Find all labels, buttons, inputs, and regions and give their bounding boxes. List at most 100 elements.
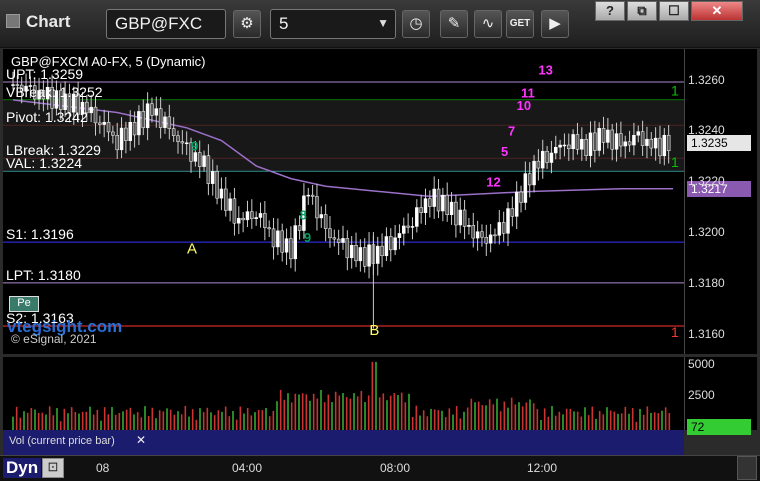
candle-body bbox=[241, 217, 245, 221]
level-label: LPT: 1.3180 bbox=[6, 266, 81, 283]
interval-combo[interactable]: 5 ▼ bbox=[270, 9, 396, 39]
candle-body bbox=[488, 234, 493, 244]
time-tick-label: 04:00 bbox=[232, 461, 263, 475]
close-icon[interactable]: ✕ bbox=[136, 433, 146, 447]
symbol-combo[interactable]: GBP@FXC bbox=[106, 9, 226, 39]
candle-body bbox=[532, 160, 536, 186]
candle-body bbox=[562, 144, 567, 147]
price-chart-pane[interactable]: 13 11 10 7 5 12 9 8 9 A B 1 1 1 GBP@FXCM A0-FX, 5 (Dy… bbox=[3, 49, 684, 354]
candle-body bbox=[145, 103, 150, 129]
pencil-icon[interactable]: ✎ bbox=[440, 10, 468, 38]
candle-body bbox=[284, 238, 289, 253]
candle-body bbox=[527, 173, 532, 186]
candle-body bbox=[119, 127, 124, 151]
candle-body bbox=[627, 141, 632, 146]
sequence-count-label: 12 bbox=[486, 174, 500, 189]
right-edge-mark: 1 bbox=[671, 154, 679, 170]
candle-body bbox=[341, 238, 345, 243]
candle-body bbox=[276, 230, 280, 248]
candle-body bbox=[432, 188, 436, 207]
play-icon[interactable]: ▶ bbox=[541, 10, 569, 38]
price-tick-label: 1.3220 bbox=[688, 174, 725, 189]
candle-body bbox=[462, 209, 467, 227]
candle-body bbox=[184, 142, 189, 145]
candle-body bbox=[610, 129, 614, 150]
candle-body bbox=[445, 194, 449, 215]
get-icon[interactable]: GET bbox=[506, 10, 534, 38]
window-titlebar: Chart GBP@FXC ⚙ 5 ▼ ◷ ✎ ∿ GET ▶ ? ⧉ ☐ ✕ bbox=[0, 0, 760, 48]
candle-body bbox=[271, 228, 276, 248]
close-button[interactable]: ✕ bbox=[691, 1, 743, 21]
candle-body bbox=[540, 150, 545, 169]
candle-body bbox=[375, 245, 380, 264]
pe-badge[interactable]: Pe bbox=[9, 296, 39, 312]
volume-pane[interactable] bbox=[3, 357, 684, 430]
scroll-handle[interactable] bbox=[737, 456, 757, 480]
vol-tick-label: 2500 bbox=[688, 388, 715, 402]
vol-tick-label: 5000 bbox=[688, 357, 715, 371]
candle-body bbox=[519, 191, 523, 203]
pattern-point-label: B bbox=[369, 322, 379, 339]
candle-body bbox=[224, 188, 228, 211]
candle-body bbox=[471, 225, 476, 239]
study-icon[interactable]: ∿ bbox=[474, 10, 502, 38]
candle-body bbox=[237, 217, 241, 224]
level-label: VBreak: 1.3252 bbox=[6, 83, 103, 100]
candle-body bbox=[666, 134, 671, 152]
link-icon[interactable]: ⊡ bbox=[42, 458, 64, 478]
candle-body bbox=[163, 116, 167, 128]
candle-body bbox=[454, 201, 458, 226]
candle-body bbox=[623, 141, 627, 147]
level-label: VAL: 1.3224 bbox=[6, 155, 83, 171]
dynamic-mode-label[interactable]: Dyn bbox=[3, 458, 42, 478]
candle-body bbox=[441, 194, 445, 212]
maximize-button[interactable]: ☐ bbox=[659, 1, 689, 21]
candle-body bbox=[206, 155, 211, 184]
level-label: UPT: 1.3259 bbox=[6, 66, 84, 83]
price-tick-label: 1.3180 bbox=[688, 275, 725, 290]
candle-body bbox=[480, 231, 484, 238]
symbol-value: GBP@FXC bbox=[115, 14, 203, 33]
candle-body bbox=[202, 155, 206, 167]
clock-icon[interactable]: ◷ bbox=[402, 10, 430, 38]
candle-body bbox=[380, 245, 384, 257]
settings-icon[interactable]: ⚙ bbox=[233, 10, 261, 38]
candle-body bbox=[228, 198, 232, 211]
candle-body bbox=[141, 111, 146, 129]
candle-body bbox=[210, 171, 215, 184]
candle-body bbox=[636, 131, 641, 136]
candle-body bbox=[93, 106, 98, 124]
price-chart-svg: 1311107512989AB111 bbox=[3, 62, 684, 340]
candle-body bbox=[167, 116, 172, 129]
candle-body bbox=[267, 227, 271, 230]
candle-body bbox=[410, 226, 415, 228]
candle-body bbox=[245, 211, 250, 221]
candle-body bbox=[389, 236, 393, 251]
level-label: Pivot: 1.3242 bbox=[6, 109, 88, 126]
candle-body bbox=[332, 237, 337, 240]
chart-window-icon bbox=[6, 14, 20, 28]
candle-body bbox=[89, 106, 93, 114]
candle-body bbox=[263, 213, 267, 228]
restore-button[interactable]: ⧉ bbox=[627, 1, 657, 21]
window-title-text: Chart bbox=[26, 12, 71, 31]
candle-body bbox=[362, 247, 367, 267]
time-tick-label: 08 bbox=[96, 461, 110, 475]
candle-body bbox=[415, 207, 419, 227]
candle-body bbox=[176, 135, 180, 142]
volume-chart-svg bbox=[12, 361, 671, 430]
candle-body bbox=[293, 225, 297, 260]
candle-body bbox=[219, 188, 224, 199]
last-price-marker: 1.3235 bbox=[687, 135, 751, 152]
volume-scale[interactable]: 5000 2500 72 bbox=[684, 357, 757, 435]
volume-pane-label: Vol (current price bar) ✕ bbox=[3, 430, 684, 455]
candle-body bbox=[554, 146, 558, 154]
candle-body bbox=[358, 247, 363, 262]
help-button[interactable]: ? bbox=[595, 1, 625, 21]
candle-body bbox=[449, 201, 454, 215]
candle-body bbox=[575, 134, 580, 150]
candle-body bbox=[384, 236, 389, 257]
price-scale[interactable]: 1.3235 1.3217 1.3260 1.3240 1.3220 1.3200 1.… bbox=[684, 49, 757, 354]
candle-body bbox=[640, 131, 645, 146]
sequence-count-label: 9 bbox=[191, 139, 198, 154]
